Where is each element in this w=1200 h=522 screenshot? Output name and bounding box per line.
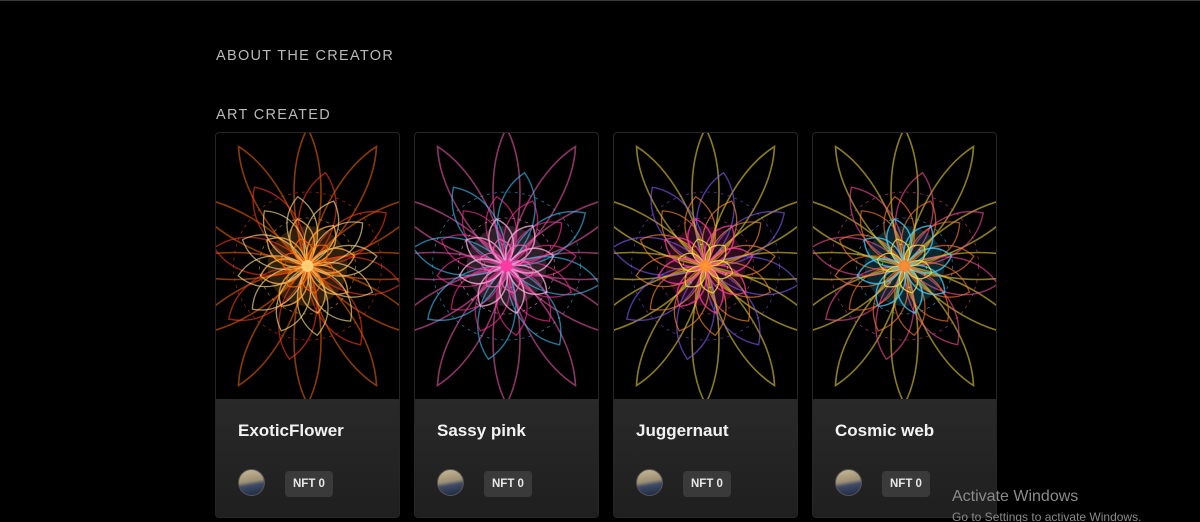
card-title[interactable]: Juggernaut xyxy=(636,421,729,441)
art-card[interactable]: Cosmic web NFT 0 xyxy=(812,132,997,518)
artwork-image[interactable] xyxy=(216,133,399,399)
nft-count-badge: NFT 0 xyxy=(285,471,333,497)
art-cards-grid: ExoticFlower NFT 0 Sassy pink NFT 0 Jugg… xyxy=(215,132,997,518)
card-body: Juggernaut NFT 0 xyxy=(614,399,797,517)
mandala-graphic xyxy=(415,133,598,399)
card-body: ExoticFlower NFT 0 xyxy=(216,399,399,517)
mandala-graphic xyxy=(813,133,996,399)
mandala-graphic xyxy=(614,133,797,399)
card-title[interactable]: Cosmic web xyxy=(835,421,934,441)
creator-avatar[interactable] xyxy=(238,469,265,496)
artwork-image[interactable] xyxy=(415,133,598,399)
nft-count-badge: NFT 0 xyxy=(882,471,930,497)
nft-count-badge: NFT 0 xyxy=(683,471,731,497)
artwork-image[interactable] xyxy=(813,133,996,399)
card-body: Sassy pink NFT 0 xyxy=(415,399,598,517)
card-title[interactable]: ExoticFlower xyxy=(238,421,344,441)
art-created-heading: ART CREATED xyxy=(216,107,332,123)
about-creator-heading: ABOUT THE CREATOR xyxy=(216,48,395,64)
nft-count-badge: NFT 0 xyxy=(484,471,532,497)
creator-avatar[interactable] xyxy=(636,469,663,496)
page: ABOUT THE CREATOR ART CREATED ExoticFlow… xyxy=(0,0,1200,522)
creator-avatar[interactable] xyxy=(437,469,464,496)
art-card[interactable]: Sassy pink NFT 0 xyxy=(414,132,599,518)
artwork-image[interactable] xyxy=(614,133,797,399)
mandala-graphic xyxy=(216,133,399,399)
creator-avatar[interactable] xyxy=(835,469,862,496)
art-card[interactable]: Juggernaut NFT 0 xyxy=(613,132,798,518)
card-body: Cosmic web NFT 0 xyxy=(813,399,996,517)
card-title[interactable]: Sassy pink xyxy=(437,421,526,441)
art-card[interactable]: ExoticFlower NFT 0 xyxy=(215,132,400,518)
